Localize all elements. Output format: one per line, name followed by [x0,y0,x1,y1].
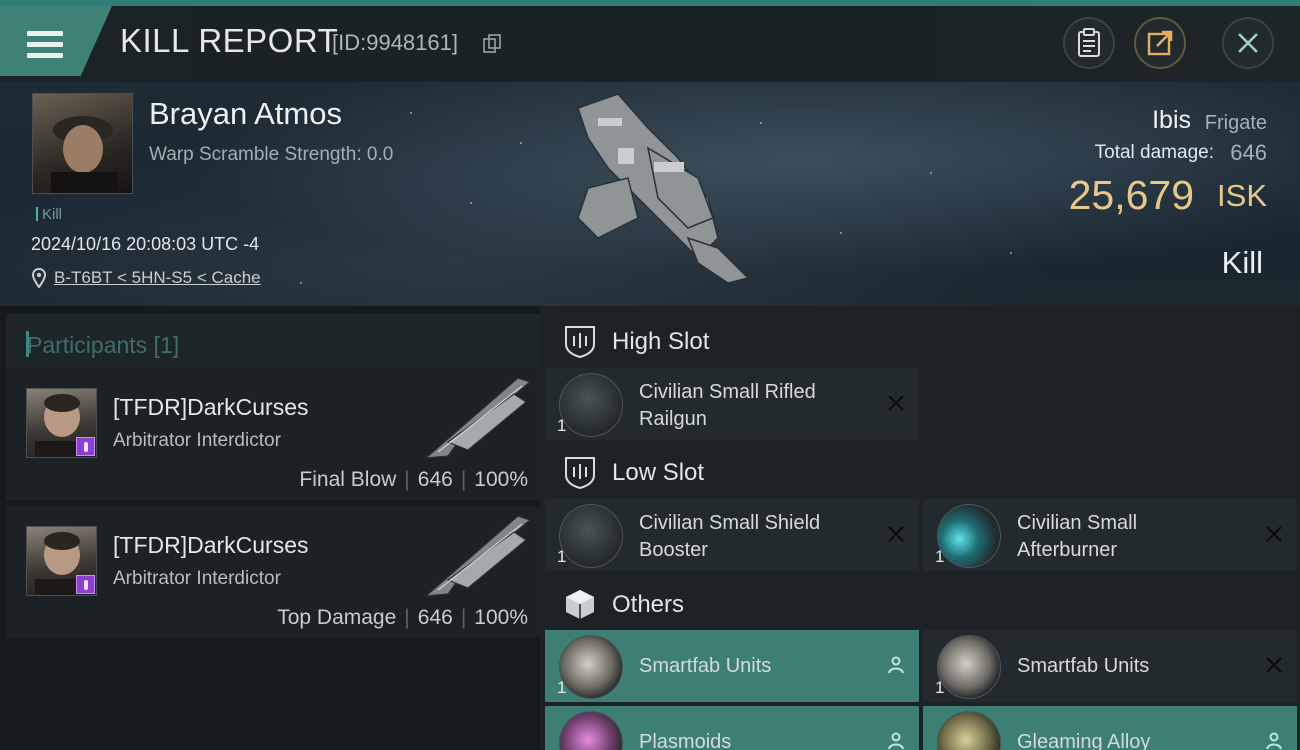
module-name: Plasmoids [639,731,732,750]
victim-avatar[interactable] [32,93,133,194]
participant-role: Final Blow [299,468,397,491]
participant-ship-image [424,515,532,597]
top-accent-line [0,0,1300,6]
share-icon [1147,30,1173,56]
victim-name: Brayan Atmos [149,96,342,131]
destroyed-x-icon [888,395,904,411]
copy-id-icon[interactable] [483,34,503,54]
report-id: [ID:9948161] [332,30,458,55]
high-slot-label: High Slot [612,328,710,355]
module-quantity: 1 [557,547,567,566]
smartfab-units-icon [559,635,623,699]
participant-ship: Arbitrator Interdictor [113,568,281,589]
participant-stats: Final Blow | 646 | 100% [299,468,528,491]
victim-ship-class: Frigate [1204,112,1267,134]
module-item[interactable]: 1 Civilian Small Afterburner [923,499,1297,571]
total-damage-value: 646 [1230,140,1267,165]
participant-name: [TFDR]DarkCurses [113,532,309,558]
victim-ship-image [577,93,750,284]
corp-badge-icon [76,437,95,456]
gleaming-alloy-icon [937,711,1001,750]
module-name: Smartfab Units [639,655,772,677]
module-item[interactable]: 1 Smartfab Units [923,630,1297,702]
afterburner-module-icon [937,504,1001,568]
fitting-panel: High Slot 1 Civilian Small Rifled Railgu… [540,306,1300,750]
warp-scramble-strength: Warp Scramble Strength: 0.0 [149,144,394,165]
module-item[interactable]: 1 Civilian Small Rifled Railgun [545,368,919,440]
kill-tag: Kill [36,206,62,223]
participant-ship: Arbitrator Interdictor [113,430,281,451]
smartfab-units-icon [937,635,1001,699]
participant-row[interactable]: [TFDR]DarkCurses Arbitrator Interdictor … [6,368,540,500]
participant-percent: 100% [474,468,528,491]
others-header: Others [545,573,1300,633]
module-quantity: 1 [935,678,945,697]
participant-role: Top Damage [277,606,397,629]
victim-banner: Brayan Atmos Warp Scramble Strength: 0.0… [0,82,1300,306]
shield-booster-module-icon [559,504,623,568]
low-slot-header: Low Slot [545,441,1300,501]
page-title: KILL REPORT [120,22,339,59]
kill-datetime: 2024/10/16 20:08:03 UTC -4 [31,234,260,254]
module-quantity: 1 [557,416,567,435]
victim-portrait-image [51,116,117,193]
kill-location-link[interactable]: B-T6BT < 5HN-S5 < Cache [54,268,261,288]
module-quantity: 1 [935,547,945,566]
hamburger-menu-icon [27,31,63,59]
total-damage-label: Total damage: [1094,142,1214,163]
participant-percent: 100% [474,606,528,629]
destroyed-x-icon [1266,657,1282,673]
participant-row[interactable]: [TFDR]DarkCurses Arbitrator Interdictor … [6,506,540,638]
low-slot-label: Low Slot [612,459,705,486]
dropped-person-icon [888,656,904,674]
top-bar: KILL REPORT [ID:9948161] [0,0,1300,82]
cargo-box-icon [566,590,594,619]
high-slot-header: High Slot [545,310,1300,370]
clipboard-button[interactable] [1063,17,1115,69]
isk-unit: ISK [1217,178,1267,213]
corp-badge-icon [76,575,95,594]
isk-value: 25,679 [1068,172,1194,218]
dropped-person-icon [888,732,904,750]
module-name: Civilian Small Shield Booster [639,512,821,561]
dropped-person-icon [1266,732,1282,750]
module-quantity: 1 [557,678,567,697]
low-slot-icon [565,457,595,489]
share-button[interactable] [1134,17,1186,69]
participants-panel: Participants [1] [TFDR]DarkCurses Arbitr… [0,306,540,750]
module-item[interactable]: 1 Gleaming Alloy [923,706,1297,750]
plasmoids-icon [559,711,623,750]
participant-damage: 646 [417,606,453,629]
close-button[interactable] [1222,17,1274,69]
participant-damage: 646 [417,468,453,491]
others-label: Others [612,591,685,618]
destroyed-x-icon [1266,526,1282,542]
clipboard-icon [1078,28,1100,57]
participant-ship-image [424,377,532,459]
destroyed-x-icon [888,526,904,542]
victim-ship-name: Ibis [1152,106,1191,134]
location-pin-icon [32,268,46,288]
kill-result-label: Kill [1221,245,1263,280]
module-name: Civilian Small Rifled Railgun [639,381,816,430]
participant-name: [TFDR]DarkCurses [113,394,309,420]
participants-title: Participants [1] [27,332,180,358]
module-item[interactable]: 1 Smartfab Units [545,630,919,702]
module-name: Civilian Small Afterburner [1017,512,1138,561]
high-slot-icon [565,326,595,358]
participants-header[interactable]: Participants [1] [6,314,540,371]
module-item[interactable]: 1 Plasmoids [545,706,919,750]
module-item[interactable]: 1 Civilian Small Shield Booster [545,499,919,571]
close-icon [1238,33,1258,53]
menu-button[interactable] [0,6,112,76]
module-name: Gleaming Alloy [1017,731,1151,750]
railgun-module-icon [559,373,623,437]
participant-stats: Top Damage | 646 | 100% [277,606,528,629]
module-name: Smartfab Units [1017,655,1150,677]
